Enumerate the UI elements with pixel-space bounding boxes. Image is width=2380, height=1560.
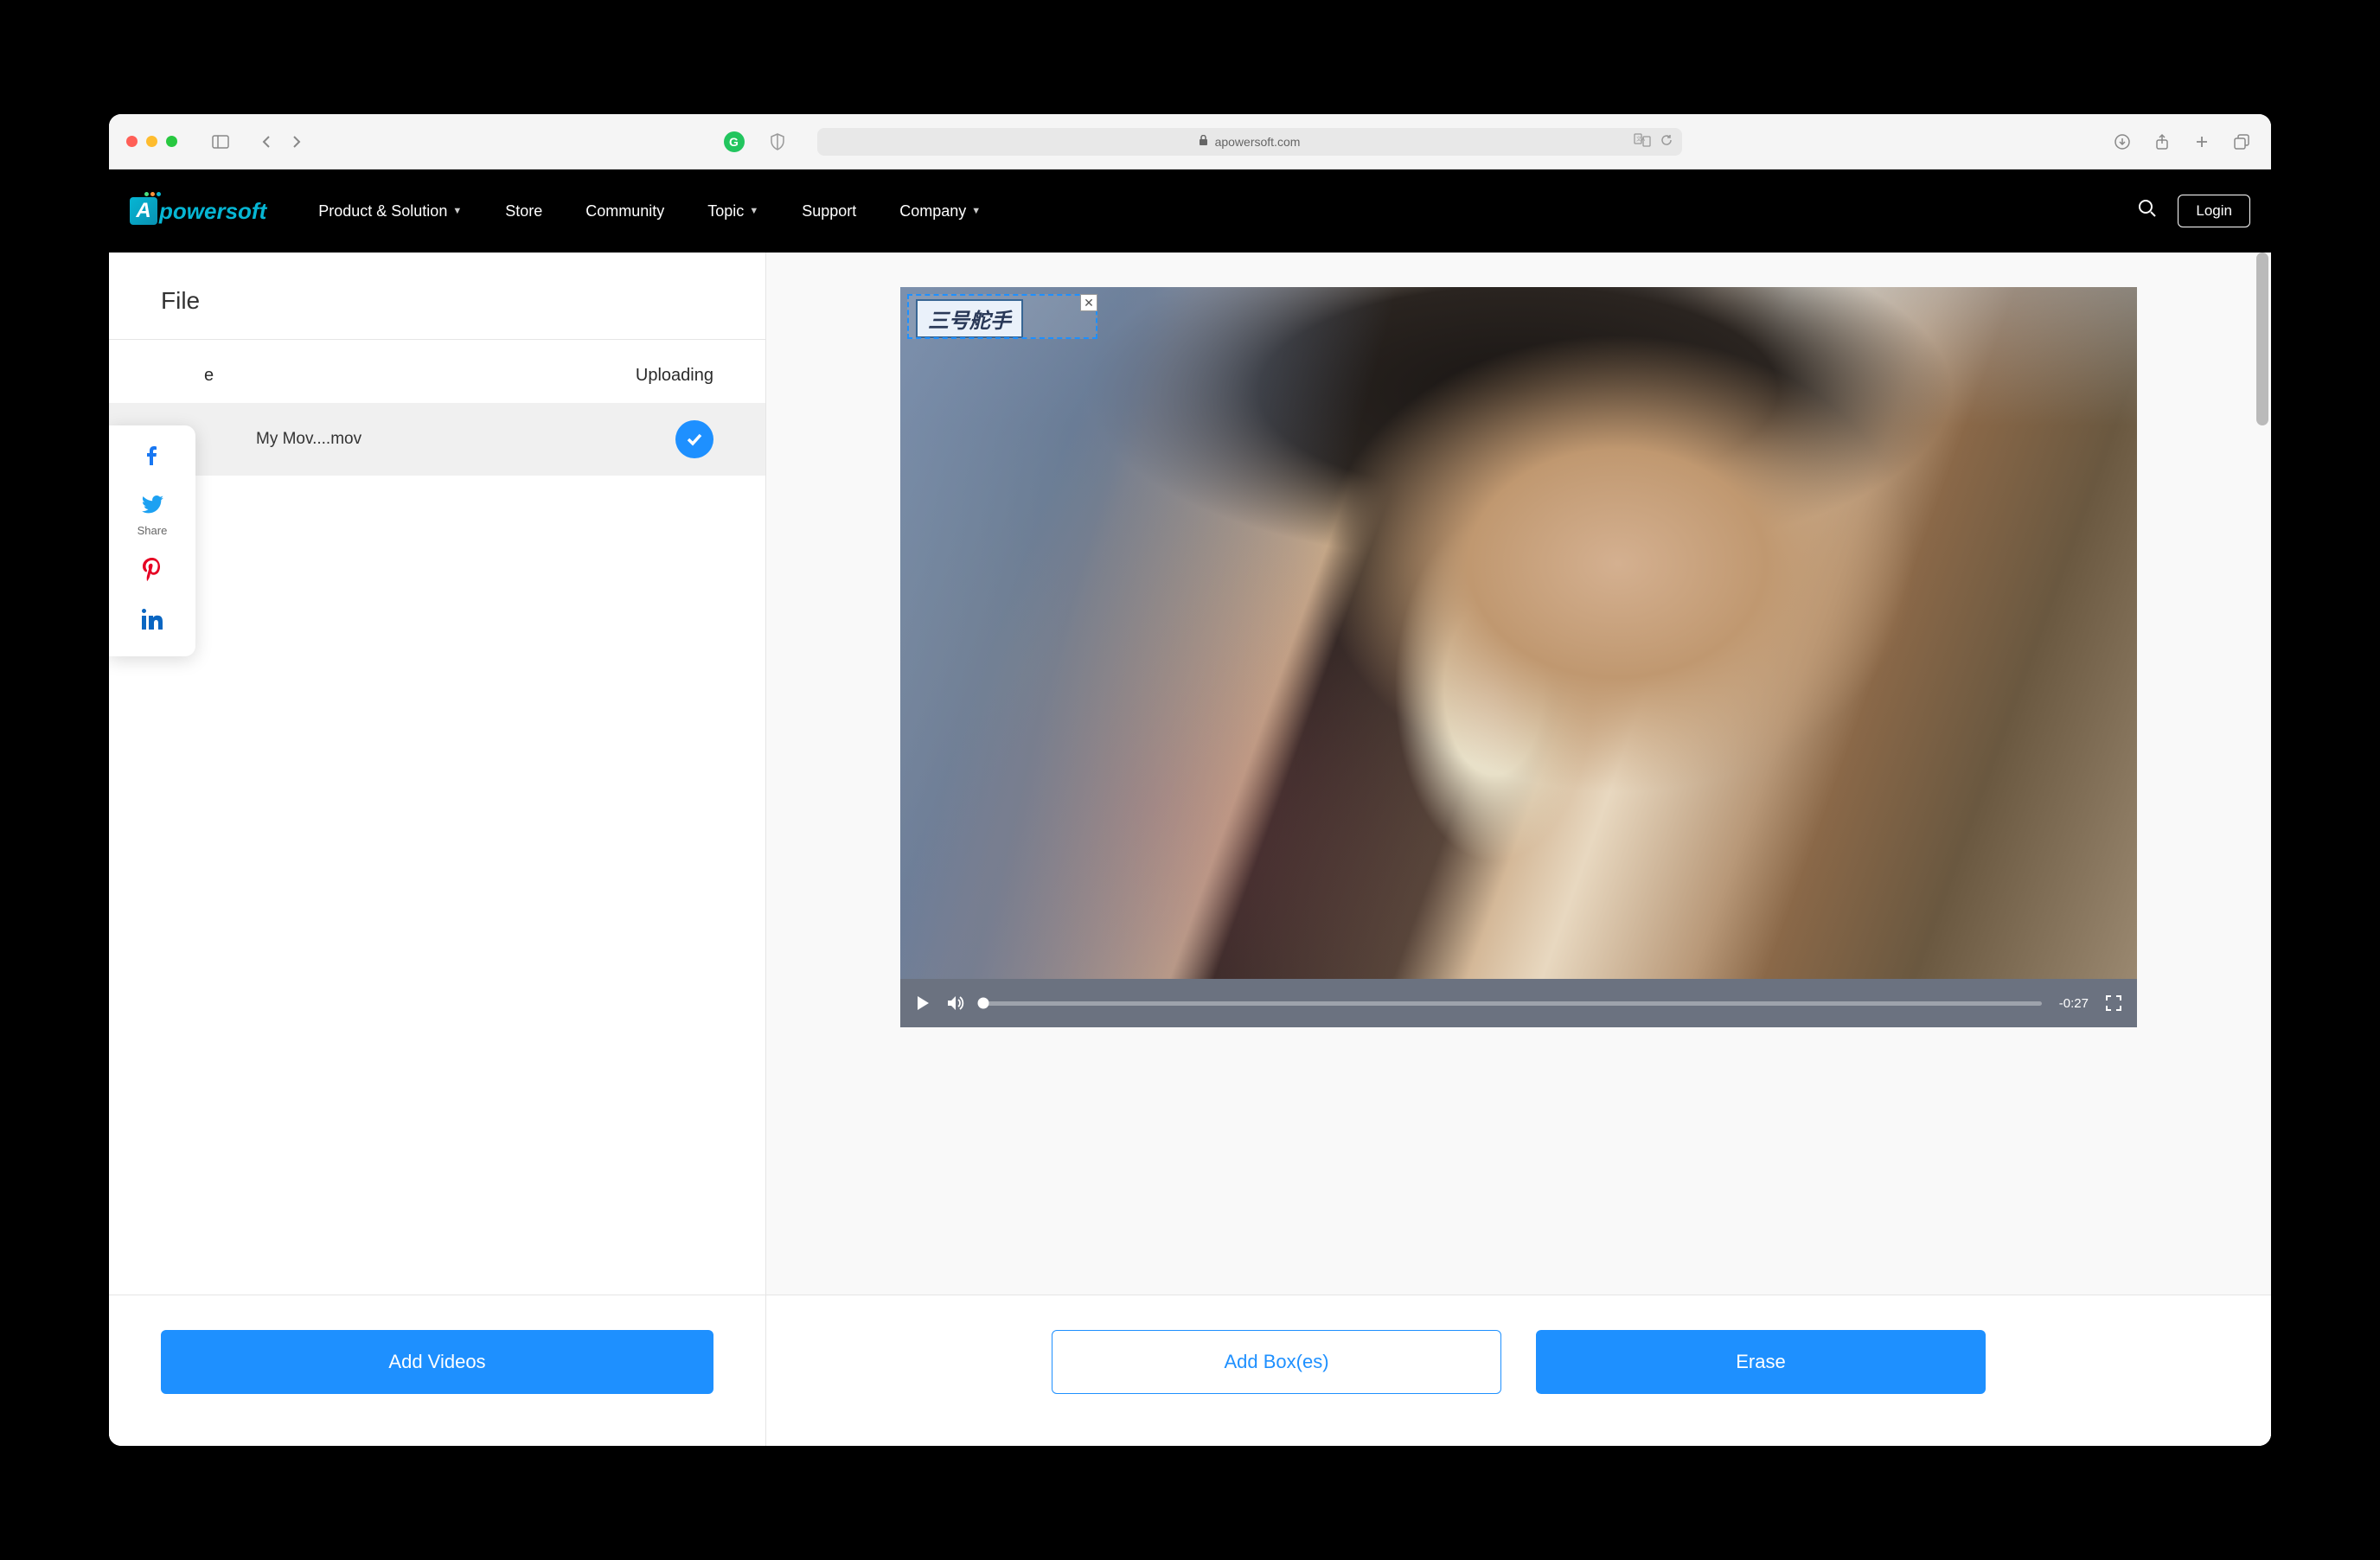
chevron-down-icon: ▼ <box>971 206 981 216</box>
erase-button[interactable]: Erase <box>1536 1330 1986 1394</box>
nav-community[interactable]: Community <box>585 202 664 221</box>
privacy-shield-icon[interactable] <box>765 130 790 154</box>
minimize-window-button[interactable] <box>146 136 157 147</box>
chevron-down-icon: ▼ <box>749 206 758 216</box>
share-facebook[interactable] <box>142 446 163 473</box>
lock-icon <box>1199 135 1208 149</box>
close-window-button[interactable] <box>126 136 138 147</box>
share-panel: Share <box>109 425 195 656</box>
sidebar-footer: Add Videos <box>109 1295 765 1446</box>
volume-button[interactable] <box>947 995 966 1011</box>
fullscreen-button[interactable] <box>2106 995 2121 1011</box>
twitter-icon <box>141 494 163 521</box>
video-time: -0:27 <box>2059 996 2089 1011</box>
scrollbar[interactable] <box>2256 253 2268 425</box>
facebook-icon <box>142 446 163 473</box>
file-list-header: e Uploading <box>109 340 765 403</box>
nav-support[interactable]: Support <box>802 202 856 221</box>
share-pinterest[interactable] <box>143 558 162 588</box>
nav-product-solution[interactable]: Product & Solution ▼ <box>318 202 462 221</box>
tabs-icon[interactable] <box>2230 130 2254 154</box>
video-frame[interactable]: 三号舵手 ✕ <box>900 287 2137 979</box>
close-selection-icon[interactable]: ✕ <box>1080 294 1097 311</box>
file-sidebar: File e Uploading My Mov....mov Add Video… <box>109 253 766 1446</box>
preview-area: 三号舵手 ✕ <box>766 253 2271 1446</box>
url-text: apowersoft.com <box>1215 135 1301 149</box>
chrome-right-controls <box>2110 130 2254 154</box>
check-icon <box>675 420 713 458</box>
linkedin-icon <box>142 609 163 636</box>
progress-handle[interactable] <box>978 998 989 1009</box>
nav-menu: Product & Solution ▼ Store Community Top… <box>318 202 981 221</box>
logo-mark: A <box>130 197 157 225</box>
back-button[interactable] <box>253 130 278 154</box>
nav-store[interactable]: Store <box>505 202 542 221</box>
column-status: Uploading <box>558 366 713 386</box>
browser-window: G apowersoft.com 文A <box>109 114 2271 1446</box>
pinterest-icon <box>143 558 162 588</box>
file-status <box>662 420 713 458</box>
downloads-icon[interactable] <box>2110 130 2134 154</box>
logo[interactable]: A powersoft <box>130 197 266 225</box>
file-item[interactable]: My Mov....mov <box>109 403 765 476</box>
browser-chrome: G apowersoft.com 文A <box>109 114 2271 169</box>
sidebar-title: File <box>109 253 765 340</box>
sidebar-toggle-icon[interactable] <box>208 130 233 154</box>
file-name: My Mov....mov <box>161 430 662 449</box>
search-icon[interactable] <box>2138 199 2157 223</box>
login-button[interactable]: Login <box>2178 195 2250 227</box>
forward-button[interactable] <box>285 130 309 154</box>
video-container: 三号舵手 ✕ <box>766 253 2271 1295</box>
new-tab-icon[interactable] <box>2190 130 2214 154</box>
share-icon[interactable] <box>2150 130 2174 154</box>
reload-icon[interactable] <box>1660 133 1673 150</box>
reader-icon[interactable]: 文A <box>1634 133 1651 150</box>
video-controls: -0:27 <box>900 979 2137 1027</box>
column-name: e <box>161 366 558 386</box>
address-bar-right: 文A <box>1634 133 1673 150</box>
maximize-window-button[interactable] <box>166 136 177 147</box>
site-header: A powersoft Product & Solution ▼ Store C… <box>109 169 2271 253</box>
header-right: Login <box>2138 195 2250 227</box>
share-label: Share <box>138 524 168 537</box>
svg-text:文A: 文A <box>1636 136 1645 143</box>
nav-arrows <box>253 130 309 154</box>
share-twitter[interactable]: Share <box>138 494 168 537</box>
nav-topic[interactable]: Topic ▼ <box>707 202 758 221</box>
address-bar[interactable]: apowersoft.com 文A <box>817 128 1682 156</box>
nav-company[interactable]: Company ▼ <box>899 202 981 221</box>
share-linkedin[interactable] <box>142 609 163 636</box>
add-box-button[interactable]: Add Box(es) <box>1052 1330 1501 1394</box>
add-videos-button[interactable]: Add Videos <box>161 1330 713 1394</box>
play-button[interactable] <box>916 995 930 1011</box>
extension-badge-icon[interactable]: G <box>724 131 745 152</box>
traffic-lights <box>126 136 177 147</box>
preview-footer: Add Box(es) Erase <box>766 1295 2271 1446</box>
main-content: Share File e Uploading My Mov....mov <box>109 253 2271 1446</box>
logo-text: powersoft <box>159 198 266 225</box>
video-player: 三号舵手 ✕ <box>900 287 2137 1277</box>
progress-bar[interactable] <box>983 1001 2042 1006</box>
video-content <box>900 287 2137 979</box>
chevron-down-icon: ▼ <box>452 206 462 216</box>
selection-box[interactable]: ✕ <box>907 294 1097 339</box>
